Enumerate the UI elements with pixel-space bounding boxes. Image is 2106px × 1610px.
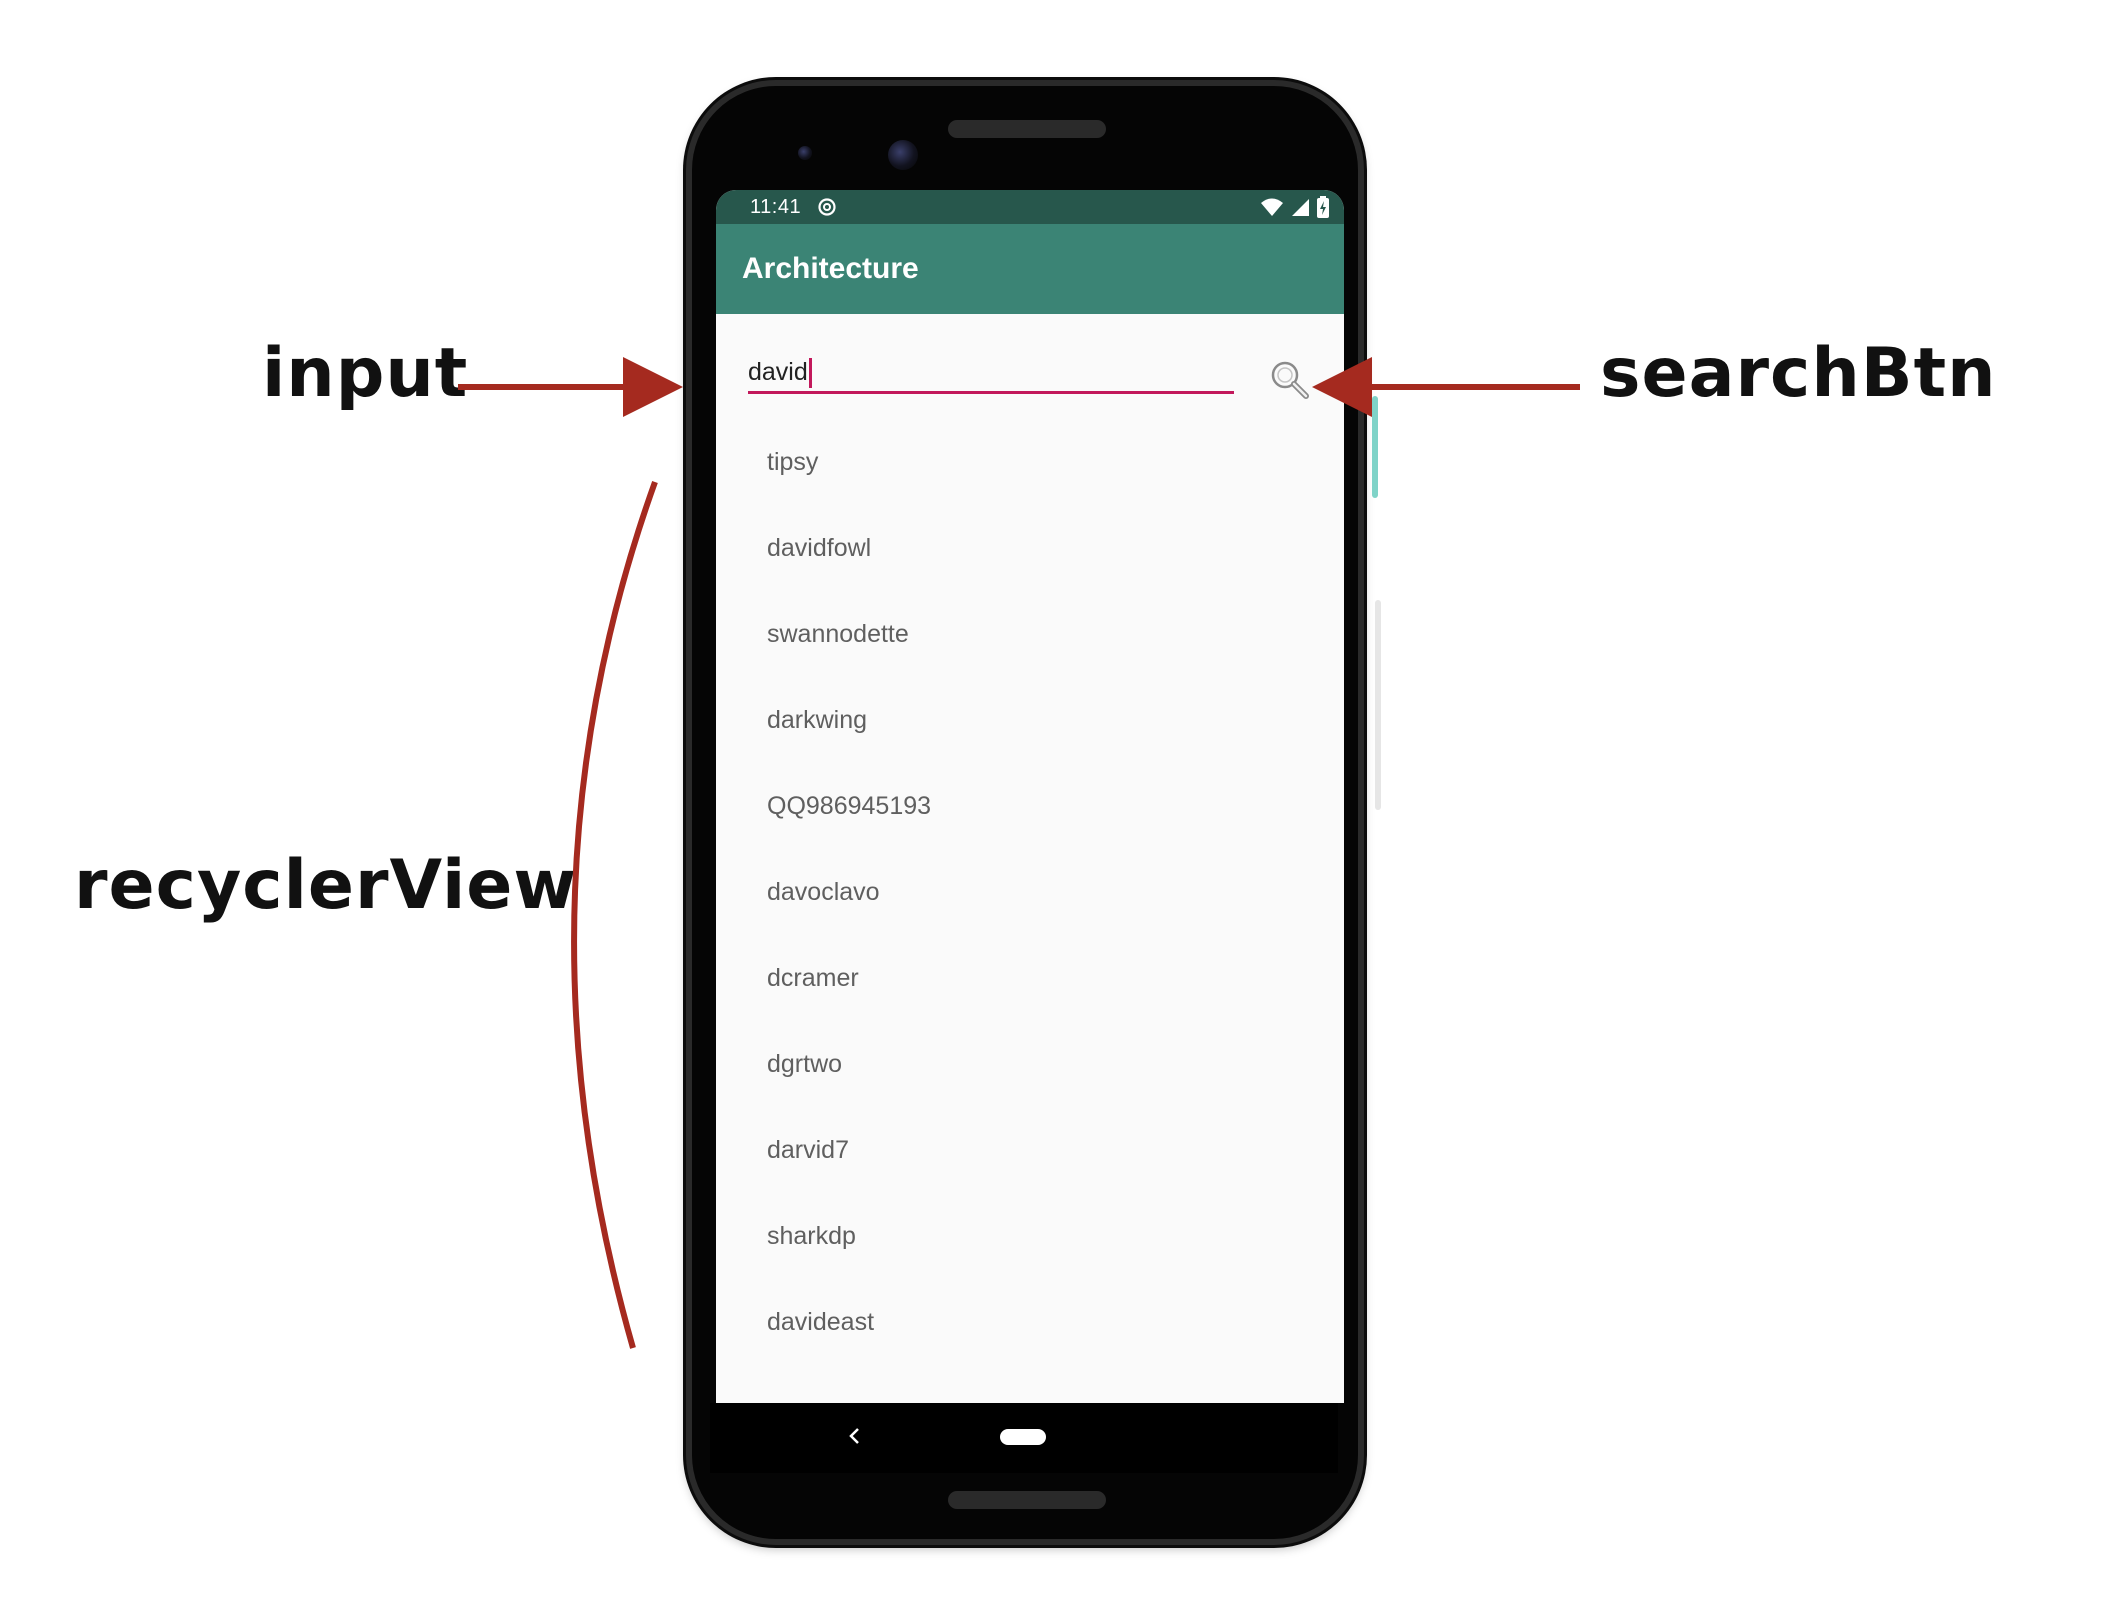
list-item[interactable]: dgrtwo (716, 1021, 1344, 1107)
recycler-view[interactable]: tipsy davidfowl swannodette darkwing QQ98694… (716, 419, 1344, 1365)
search-row: david (716, 314, 1344, 419)
scroll-indicator (1372, 396, 1378, 498)
search-button[interactable] (1268, 358, 1312, 402)
cell-signal-icon (1292, 199, 1309, 216)
list-item[interactable]: dcramer (716, 935, 1344, 1021)
front-camera-icon (798, 146, 812, 160)
earpiece-speaker (948, 120, 1106, 138)
status-icons (1260, 196, 1330, 218)
status-bar: 11:41 (716, 190, 1344, 224)
list-item[interactable]: davidfowl (716, 505, 1344, 591)
wifi-icon (1261, 198, 1283, 216)
battery-icon (1317, 196, 1329, 218)
status-time: 11:41 (750, 195, 802, 218)
data-saver-icon (818, 198, 836, 216)
input-annotation-label: input (262, 334, 469, 413)
bottom-speaker (948, 1491, 1106, 1509)
recyclerview-bracket (571, 480, 658, 1349)
list-item[interactable]: davoclavo (716, 849, 1344, 935)
app-bar: Architecture (716, 224, 1344, 314)
phone-screen: 11:41 Architecture david tipsy davidfowl… (716, 190, 1344, 1403)
text-cursor (808, 357, 812, 388)
app-title: Architecture (742, 252, 919, 285)
recyclerview-annotation-label: recyclerView (74, 846, 578, 925)
list-item[interactable]: darkwing (716, 677, 1344, 763)
home-button[interactable] (1000, 1429, 1046, 1445)
navigation-bar (710, 1403, 1338, 1473)
searchbtn-annotation-label: searchBtn (1600, 334, 1997, 413)
search-input-value: david (748, 358, 808, 386)
search-icon (1271, 361, 1309, 399)
back-icon (849, 1428, 859, 1444)
list-item[interactable]: davideast (716, 1279, 1344, 1365)
list-item[interactable]: QQ986945193 (716, 763, 1344, 849)
front-camera-icon (888, 140, 918, 170)
list-item[interactable]: swannodette (716, 591, 1344, 677)
list-item[interactable]: sharkdp (716, 1193, 1344, 1279)
back-button[interactable] (840, 1421, 870, 1451)
phone-frame: 11:41 Architecture david tipsy davidfowl… (686, 80, 1364, 1545)
volume-button (1375, 600, 1381, 810)
list-item[interactable]: darvid7 (716, 1107, 1344, 1193)
search-input[interactable]: david (748, 354, 1234, 394)
list-item[interactable]: tipsy (716, 419, 1344, 505)
